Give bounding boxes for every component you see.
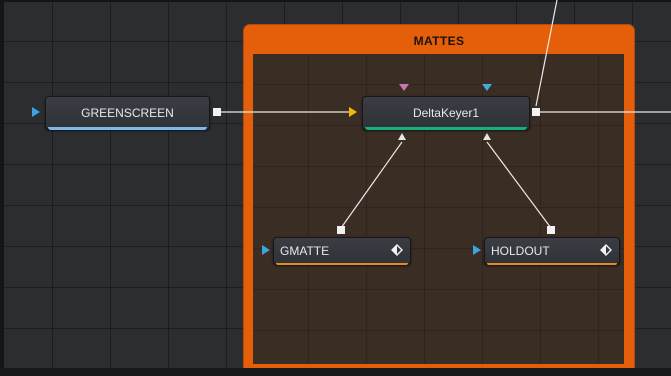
- diamond-view-icon[interactable]: [600, 244, 612, 256]
- underlay-title: MATTES: [413, 34, 465, 48]
- node-status-bar: [487, 263, 617, 265]
- node-gmatte[interactable]: GMATTE: [273, 237, 411, 265]
- node-label: GMATTE: [280, 244, 330, 258]
- node-status-bar: [48, 127, 207, 130]
- node-label: DeltaKeyer1: [412, 106, 480, 120]
- panel-edge: [0, 0, 4, 376]
- greenscreen-input-port[interactable]: [32, 107, 40, 117]
- diamond-view-icon[interactable]: [391, 244, 403, 256]
- panel-edge-bottom: [0, 368, 671, 376]
- underlay-group-mattes[interactable]: MATTES: [244, 25, 634, 374]
- panel-edge-top: [0, 0, 671, 2]
- node-holdout[interactable]: HOLDOUT: [484, 237, 620, 265]
- node-label: HOLDOUT: [491, 244, 550, 258]
- node-editor-canvas[interactable]: MATTES GREENSCREEN DeltaKeyer1 GMATTE HO…: [0, 0, 671, 376]
- node-status-bar: [365, 127, 527, 130]
- node-status-bar: [276, 263, 408, 265]
- node-greenscreen[interactable]: GREENSCREEN: [45, 96, 210, 130]
- node-label: GREENSCREEN: [81, 106, 174, 120]
- greenscreen-output-port[interactable]: [213, 108, 221, 116]
- node-deltakeyer1[interactable]: DeltaKeyer1: [362, 96, 530, 130]
